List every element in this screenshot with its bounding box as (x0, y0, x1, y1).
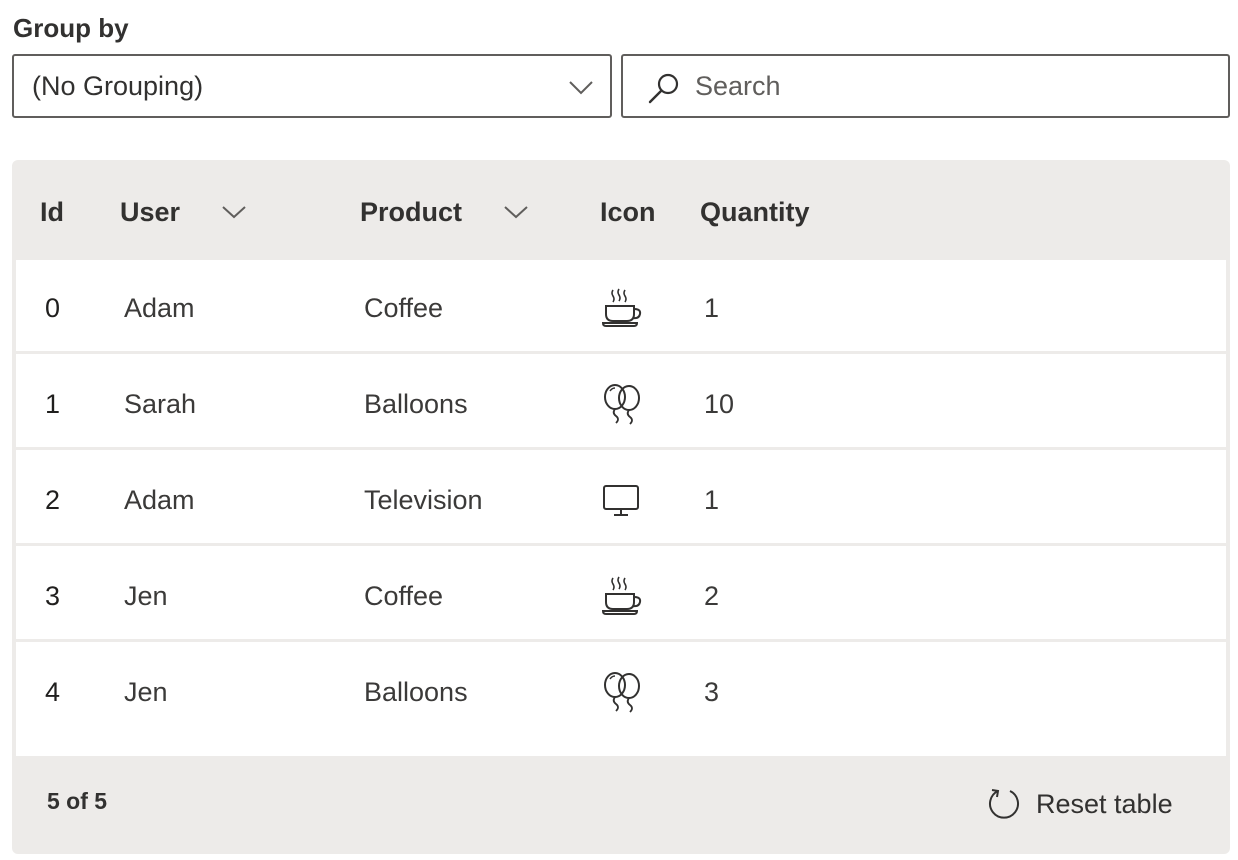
column-header-icon-label: Icon (600, 197, 656, 227)
television-icon (603, 485, 639, 516)
cell-product: Coffee (364, 293, 444, 323)
search-box[interactable] (621, 54, 1230, 118)
cell-user: Sarah (124, 389, 197, 419)
search-input[interactable] (695, 64, 1215, 108)
data-table: Id User Product Icon Quantity 0 Adam Cof… (12, 160, 1230, 854)
table-row[interactable]: 4 Jen Balloons 3 (16, 644, 1226, 756)
cell-product: Balloons (364, 389, 468, 419)
reset-table-button[interactable]: Reset table (986, 784, 1173, 824)
cell-user: Jen (124, 677, 168, 707)
cell-id: 2 (45, 485, 61, 515)
cell-id: 1 (45, 389, 61, 419)
coffee-icon (601, 576, 642, 615)
column-header-icon[interactable]: Icon (600, 194, 656, 230)
cell-product: Balloons (364, 677, 468, 707)
table-header: Id User Product Icon Quantity (12, 160, 1230, 260)
cell-quantity: 10 (704, 389, 735, 419)
group-by-dropdown[interactable]: (No Grouping) (12, 54, 612, 118)
column-header-quantity[interactable]: Quantity (700, 194, 810, 230)
group-by-selected-value: (No Grouping) (32, 70, 204, 101)
column-header-quantity-label: Quantity (700, 197, 810, 227)
cell-user: Jen (124, 581, 168, 611)
coffee-icon (601, 288, 642, 327)
cell-id: 4 (45, 677, 61, 707)
column-header-user-label: User (120, 197, 181, 227)
refresh-icon (989, 789, 1019, 819)
cell-quantity: 1 (704, 293, 720, 323)
cell-product: Television (364, 485, 483, 515)
cell-user: Adam (124, 293, 195, 323)
chevron-down-icon (569, 81, 593, 95)
cell-product: Coffee (364, 581, 444, 611)
column-header-product-label: Product (360, 197, 463, 227)
cell-quantity: 1 (704, 485, 720, 515)
table-body: 0 Adam Coffee 1 1 Sarah Balloons 10 2 Ad… (16, 260, 1226, 756)
cell-quantity: 2 (704, 581, 720, 611)
table-row[interactable]: 0 Adam Coffee 1 (16, 260, 1226, 354)
table-row[interactable]: 2 Adam Television 1 (16, 452, 1226, 546)
column-header-id-label: Id (40, 197, 64, 227)
balloons-icon (604, 384, 640, 425)
cell-quantity: 3 (704, 677, 720, 707)
column-header-id[interactable]: Id (40, 194, 64, 230)
user-filter-chevron-icon[interactable] (222, 205, 246, 219)
table-row[interactable]: 3 Jen Coffee 2 (16, 548, 1226, 642)
column-header-user[interactable]: User (120, 194, 246, 230)
group-by-label: Group by (13, 13, 129, 43)
product-filter-chevron-icon[interactable] (504, 205, 528, 219)
cell-id: 3 (45, 581, 61, 611)
cell-id: 0 (45, 293, 61, 323)
table-footer: 5 of 5 Reset table (12, 756, 1230, 854)
cell-user: Adam (124, 485, 195, 515)
row-count: 5 of 5 (47, 788, 108, 814)
table-row[interactable]: 1 Sarah Balloons 10 (16, 356, 1226, 450)
column-header-product[interactable]: Product (360, 194, 528, 230)
balloons-icon (604, 672, 640, 713)
reset-table-label: Reset table (1036, 788, 1173, 819)
search-icon (648, 73, 679, 104)
